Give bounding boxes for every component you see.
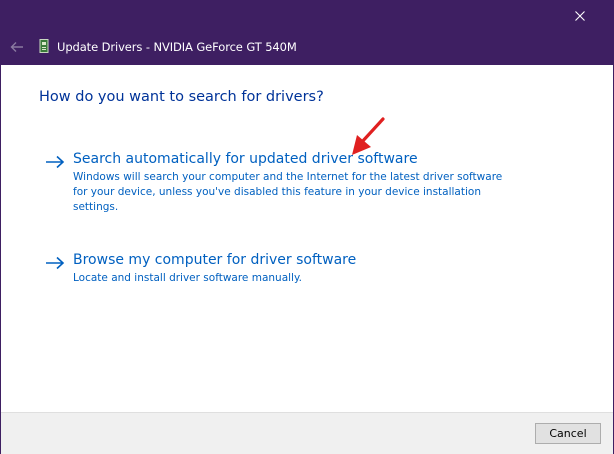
close-icon [575,11,585,21]
right-arrow-icon [46,256,65,270]
window-title: Update Drivers - NVIDIA GeForce GT 540M [57,40,297,54]
back-arrow-icon [10,42,23,52]
search-automatically-option[interactable]: Search automatically for updated driver … [45,149,565,219]
browse-computer-description: Locate and install driver software manua… [73,272,303,284]
search-automatically-description: Windows will search your computer and th… [73,171,503,213]
title-bar: Update Drivers - NVIDIA GeForce GT 540M [1,1,613,65]
right-arrow-icon [46,155,65,169]
browse-computer-option[interactable]: Browse my computer for driver software L… [45,250,565,290]
update-drivers-window: Update Drivers - NVIDIA GeForce GT 540M … [0,0,614,454]
graphics-card-icon [39,39,49,53]
dialog-footer: Cancel [1,412,613,454]
back-button[interactable] [7,37,27,57]
close-button[interactable] [557,1,603,31]
content-area: How do you want to search for drivers? S… [1,65,613,412]
page-heading: How do you want to search for drivers? [39,89,324,105]
browse-computer-link[interactable]: Browse my computer for driver software [73,250,356,270]
red-pointer-arrow-icon [352,117,385,155]
cancel-button[interactable]: Cancel [535,423,601,444]
